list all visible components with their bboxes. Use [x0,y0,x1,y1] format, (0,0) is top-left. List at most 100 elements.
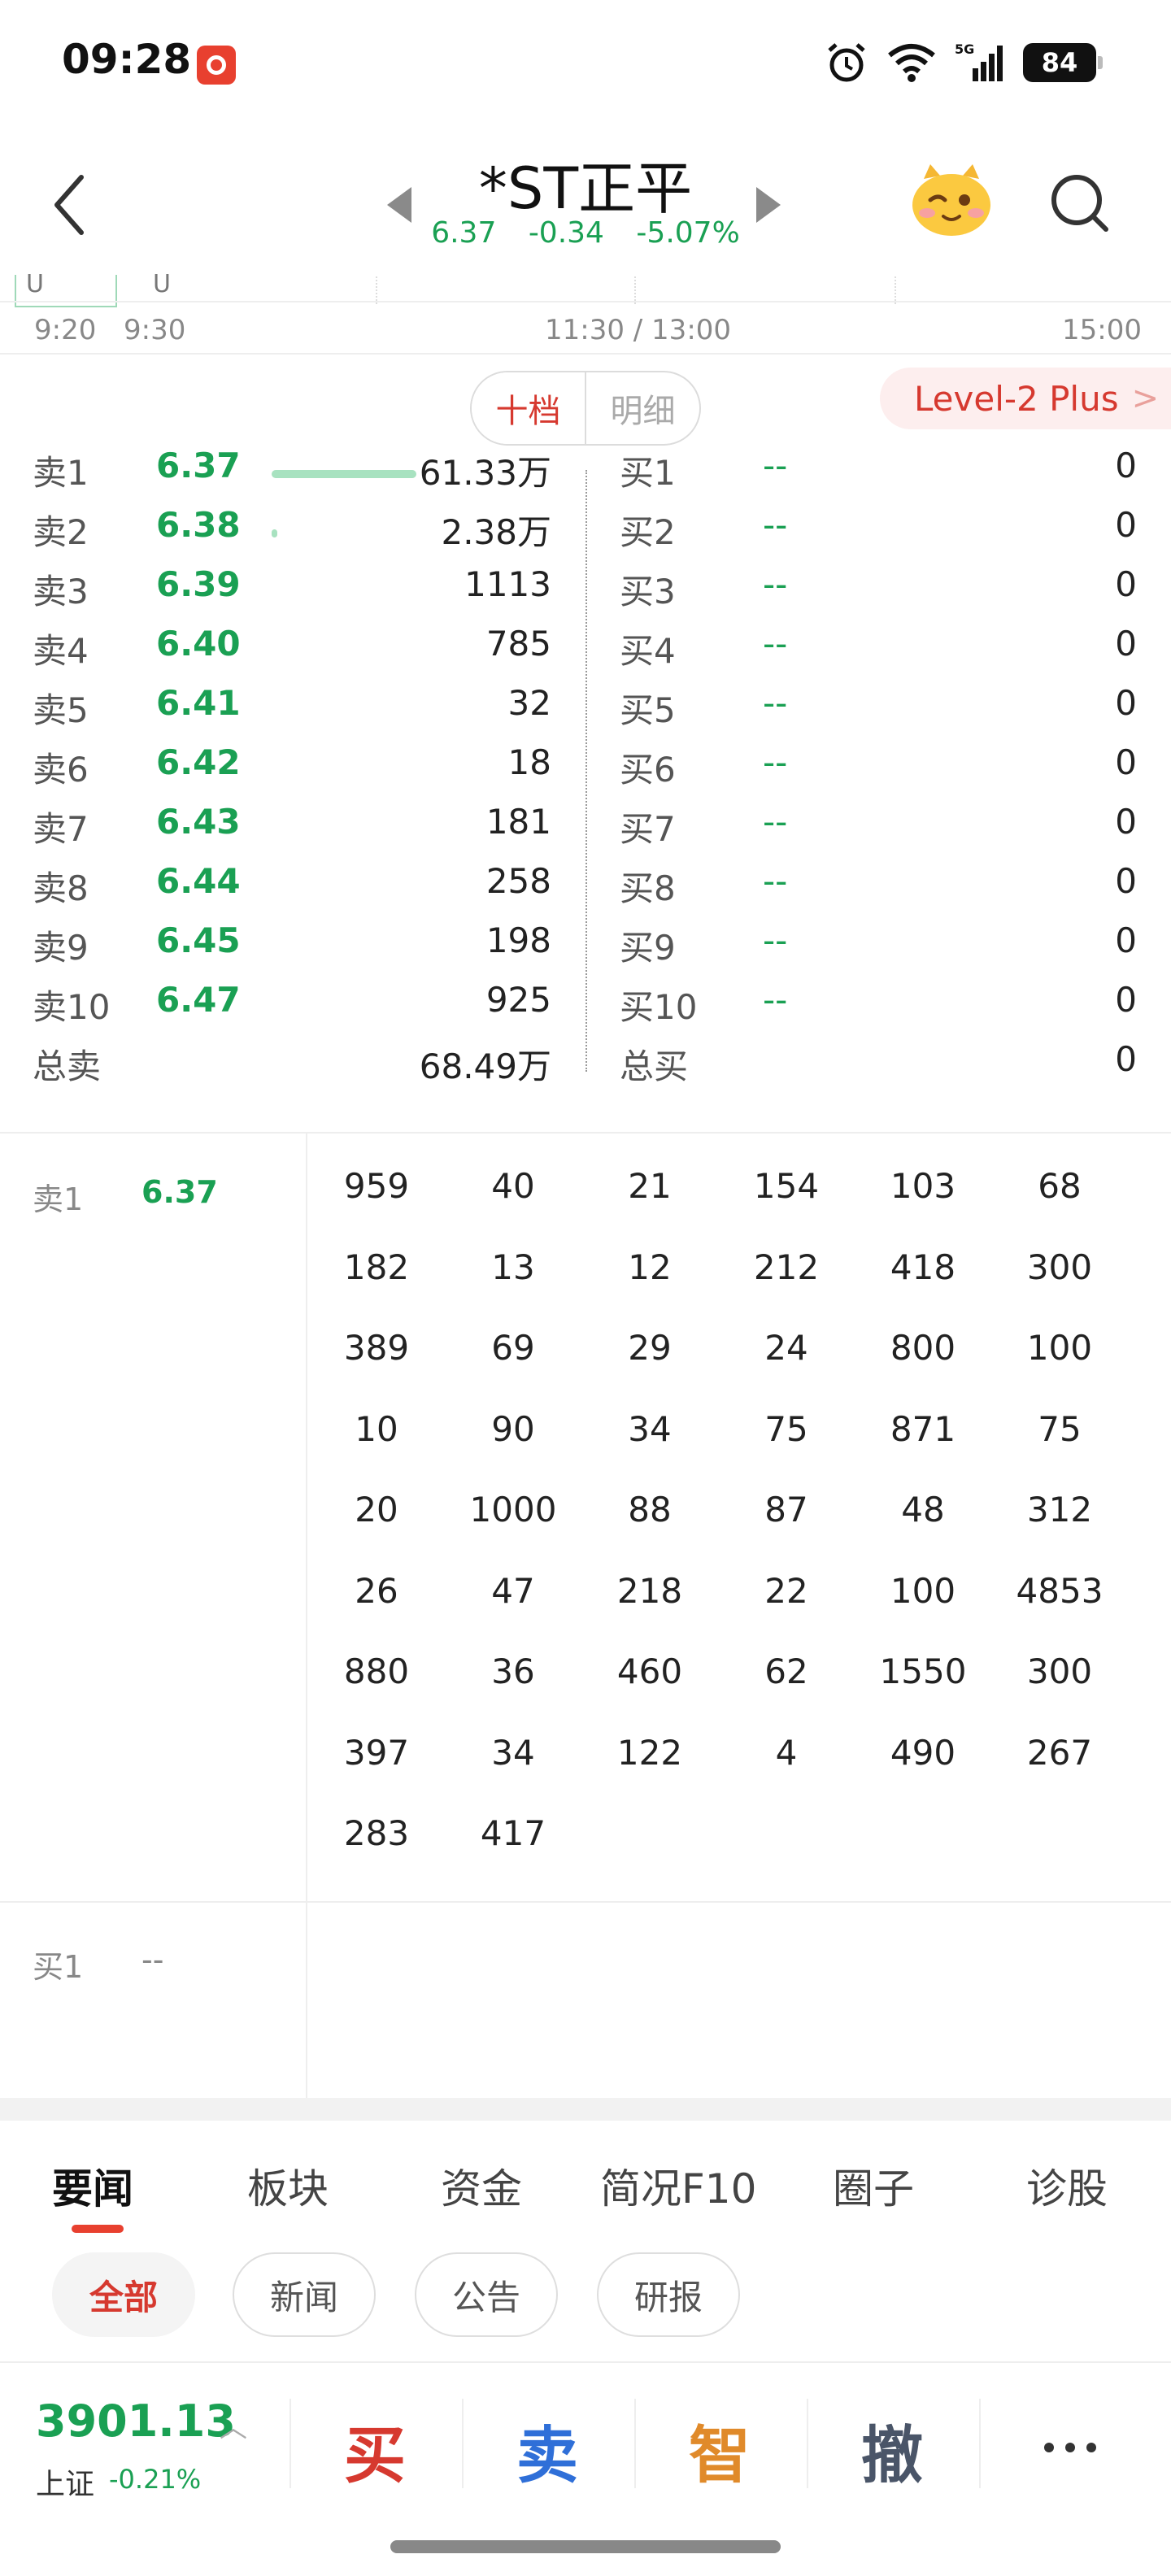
queue-order-cell: 75 [1038,1408,1082,1449]
ask-price: 6.40 [156,624,241,664]
stock-header: *ST正平 6.37 -0.34 -5.07% [0,130,1171,260]
ask-level-label: 卖2 [33,512,89,552]
bid-volume: 0 [1115,861,1137,901]
timeline-tick [634,276,636,304]
ask-price: 6.38 [156,505,241,545]
ask-price: 6.43 [156,802,241,842]
intraday-timeline[interactable]: U U 9:20 9:30 11:30 / 13:00 15:00 [0,268,1171,358]
bid-price: -- [763,446,788,485]
bid-price: -- [763,980,788,1020]
bid-volume: 0 [1115,624,1137,664]
ask-price: 6.45 [156,920,241,960]
bid-price: -- [763,564,788,604]
queue-ask-price: 6.37 [141,1174,218,1210]
queue-order-cell: 36 [491,1651,535,1691]
ask-level-label: 卖5 [33,690,89,730]
bid-volume: 0 [1115,446,1137,485]
chip-all[interactable]: 全部 [52,2252,195,2337]
tab-diagnosis[interactable]: 诊股 [1026,2156,1108,2215]
queue-order-cell: 100 [1026,1328,1093,1368]
ask-volume: 925 [485,980,551,1020]
stock-price: 6.37 [431,216,497,250]
queue-order-cell: 20 [355,1490,398,1530]
bid-level-label: 买4 [620,631,676,671]
queue-order-cell: 100 [890,1570,956,1611]
status-bar: 09:28 5G 84 [0,0,1171,122]
timeline-label: 15:00 [1062,314,1142,346]
cancel-order-button[interactable]: 撤 [807,2405,977,2495]
queue-order-cell: 1550 [879,1651,967,1691]
divider [0,353,1171,355]
ask-volume-bar [272,470,416,478]
ask-volume: 61.33万 [419,453,551,493]
queue-order-cell: 10 [355,1408,398,1449]
app-notification-icon [197,46,236,85]
queue-order-cell: 13 [491,1247,535,1287]
chip-announcements[interactable]: 公告 [415,2252,558,2337]
tab-ten-levels[interactable]: 十档 [472,372,586,444]
next-stock-arrow-icon[interactable] [756,187,781,223]
index-value[interactable]: 3901.13 [36,2395,236,2447]
bid-volume: 0 [1115,505,1137,545]
chevron-up-icon[interactable]: ︿ [220,2405,247,2445]
tab-capital[interactable]: 资金 [441,2156,522,2215]
smart-button[interactable]: 智 [634,2405,805,2495]
divider [979,2399,981,2488]
timeline-tick [376,276,377,304]
queue-order-cell: 871 [890,1408,956,1449]
section-separator [0,2098,1171,2121]
queue-order-cell: 48 [901,1490,945,1530]
status-icons: 5G 84 [825,41,1103,85]
tab-detail[interactable]: 明细 [586,372,699,444]
bid-level-label: 买2 [620,512,676,552]
level2-plus-button[interactable]: Level-2 Plus > [880,368,1171,429]
queue-order-cell: 389 [343,1328,410,1368]
ask-volume: 18 [507,742,551,782]
queue-order-cell: 300 [1026,1247,1093,1287]
queue-order-cell: 22 [764,1570,808,1611]
battery-indicator: 84 [1023,43,1103,82]
queue-order-cell: 397 [343,1732,410,1773]
ask-price: 6.44 [156,861,241,901]
tab-profile-f10[interactable]: 简况F10 [600,2156,756,2215]
queue-order-cell: 87 [764,1490,808,1530]
ask-volume: 785 [485,624,551,664]
ask-volume: 32 [507,683,551,723]
order-book-divider [586,470,587,1072]
timeline-label: 9:20 [34,314,97,346]
chip-research[interactable]: 研报 [597,2252,740,2337]
queue-order-cell: 4 [775,1732,798,1773]
queue-order-cell: 283 [343,1813,410,1853]
stock-change-pct: -5.07% [636,216,740,250]
queue-order-cell: 34 [491,1732,535,1773]
chip-news[interactable]: 新闻 [233,2252,376,2337]
bid-price: -- [763,742,788,782]
home-indicator[interactable] [390,2540,781,2553]
active-tab-underline [72,2225,124,2233]
queue-bid-price: -- [141,1942,164,1978]
stock-title: *ST正平 [478,155,693,222]
ask-level-label: 卖1 [33,453,89,493]
timeline-tick [895,276,896,304]
queue-order-cell: 90 [491,1408,535,1449]
bid-price: -- [763,802,788,842]
ask-level-label: 卖7 [33,809,89,849]
search-icon[interactable] [1047,171,1112,236]
queue-order-cell: 29 [628,1328,672,1368]
ask-level-label: 卖4 [33,631,89,671]
queue-order-cell: 218 [616,1570,683,1611]
buy-button[interactable]: 买 [289,2405,460,2495]
timeline-axis [0,301,1171,302]
tab-sector[interactable]: 板块 [247,2156,329,2215]
bid-level-label: 买8 [620,868,676,908]
mascot-icon[interactable] [909,163,994,237]
queue-order-cell: 154 [753,1166,820,1206]
queue-order-cell: 267 [1026,1732,1093,1773]
more-icon[interactable] [1044,2443,1096,2452]
tab-news-headlines[interactable]: 要闻 [52,2156,133,2215]
tab-community[interactable]: 圈子 [833,2156,914,2215]
sell-button[interactable]: 卖 [462,2405,633,2495]
total-ask-volume: 68.49万 [419,1046,551,1086]
svg-text:5G: 5G [955,42,974,57]
bid-level-label: 买6 [620,750,676,790]
